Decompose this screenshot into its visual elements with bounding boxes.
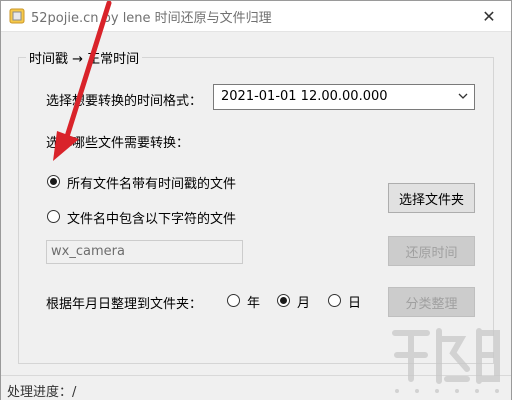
watermark-logo-icon: [392, 328, 500, 393]
filter-input[interactable]: wx_camera: [46, 240, 243, 264]
restore-time-button[interactable]: 还原时间: [388, 236, 475, 266]
title-bar[interactable]: 52pojie.cn by lene 时间还原与文件归理 ✕: [1, 1, 511, 32]
filter-input-value: wx_camera: [51, 244, 125, 259]
close-button[interactable]: ✕: [467, 1, 511, 31]
select-folder-button[interactable]: 选择文件夹: [388, 183, 475, 213]
radio-month-label[interactable]: 月: [297, 292, 310, 311]
time-format-select[interactable]: 2021-01-01 12.00.00.000: [213, 84, 475, 110]
close-icon: ✕: [482, 6, 496, 26]
radio-all-files-label[interactable]: 所有文件名带有时间戳的文件: [67, 173, 236, 192]
radio-year[interactable]: [227, 294, 240, 307]
radio-year-label[interactable]: 年: [247, 292, 260, 311]
app-icon: [9, 8, 25, 24]
organize-label: 根据年月日整理到文件夹：: [46, 297, 203, 312]
radio-all-files[interactable]: [47, 175, 60, 188]
app-window: 52pojie.cn by lene 时间还原与文件归理 ✕ 时间戳 → 正常时…: [0, 0, 512, 400]
radio-day-label[interactable]: 日: [348, 292, 361, 311]
radio-day[interactable]: [328, 294, 341, 307]
radio-contains-files-label[interactable]: 文件名中包含以下字符的文件: [67, 208, 236, 227]
classify-button[interactable]: 分类整理: [388, 287, 475, 317]
group-legend: 时间戳 → 正常时间: [26, 48, 143, 67]
radio-month[interactable]: [277, 294, 290, 307]
format-label: 选择想要转换的时间格式：: [46, 94, 203, 109]
time-format-value: 2021-01-01 12.00.00.000: [221, 89, 388, 104]
status-text: 处理进度：/: [7, 385, 77, 400]
chevron-down-icon: [458, 93, 468, 99]
window-title: 52pojie.cn by lene 时间还原与文件归理: [31, 11, 272, 26]
files-label: 选择哪些文件需要转换：: [46, 136, 190, 151]
radio-contains-files[interactable]: [47, 210, 60, 223]
